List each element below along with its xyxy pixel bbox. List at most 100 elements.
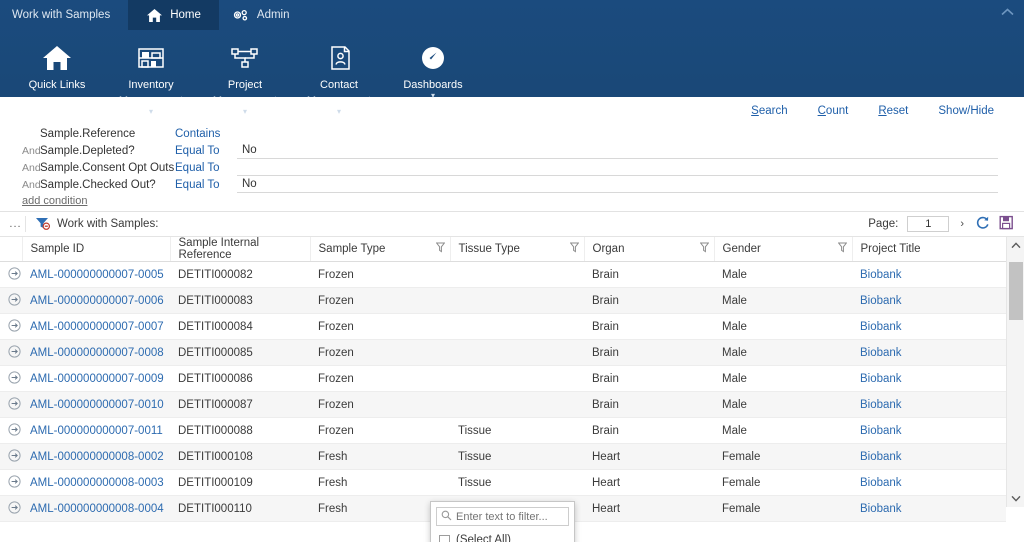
table-row[interactable]: AML-000000000007-0008 DETITI000085 Frozen B… [0,339,1006,366]
column-header-project-title[interactable]: Project Title [852,237,1007,262]
scrollbar-thumb[interactable] [1009,262,1023,320]
sample-id-link[interactable]: AML-000000000008-0002 [30,451,164,463]
criteria-field[interactable]: Sample.Consent Opt Outs [40,162,175,174]
cell-project-title[interactable]: Biobank [852,417,1006,444]
table-row[interactable]: AML-000000000007-0005 DETITI000082 Frozen B… [0,261,1006,288]
tab-home[interactable]: Home [128,0,219,30]
table-row[interactable]: AML-000000000007-0007 DETITI000084 Frozen B… [0,313,1006,340]
sample-id-link[interactable]: AML-000000000008-0003 [30,477,164,489]
sample-id-link[interactable]: AML-000000000007-0009 [30,373,164,385]
chevron-up-icon[interactable] [998,3,1016,21]
cell-project-title[interactable]: Biobank [852,365,1006,392]
expand-row-icon[interactable] [0,495,22,522]
column-header-sample-internal-reference[interactable]: Sample Internal Reference [170,237,311,262]
save-icon[interactable] [999,215,1014,233]
project-title-link[interactable]: Biobank [860,425,902,437]
cell-sample-id[interactable]: AML-000000000008-0003 [22,469,170,496]
table-row[interactable]: AML-000000000007-0011 DETITI000088 Frozen T… [0,417,1006,444]
expand-row-icon[interactable] [0,391,22,418]
project-title-link[interactable]: Biobank [860,503,902,515]
criteria-operator[interactable]: Equal To [175,179,237,191]
filter-icon[interactable] [699,242,709,256]
criteria-value-input[interactable]: No [237,176,998,193]
filter-search-input[interactable] [456,510,598,523]
table-row[interactable]: AML-000000000007-0009 DETITI000086 Frozen B… [0,365,1006,392]
refresh-icon[interactable] [975,215,990,233]
filter-icon[interactable] [435,242,445,256]
filter-search-box[interactable] [436,507,598,526]
cell-sample-id[interactable]: AML-000000000008-0004 [22,495,170,522]
project-title-link[interactable]: Biobank [860,451,902,463]
column-header-sample-id[interactable]: Sample ID [22,237,171,262]
cell-project-title[interactable]: Biobank [852,339,1006,366]
project-title-link[interactable]: Biobank [860,321,902,333]
expand-row-icon[interactable] [0,417,22,444]
expand-row-icon[interactable] [0,469,22,496]
table-row[interactable]: AML-000000000007-0006 DETITI000083 Frozen B… [0,287,1006,314]
sample-id-link[interactable]: AML-000000000007-0007 [30,321,164,333]
cell-project-title[interactable]: Biobank [852,391,1006,418]
cell-sample-id[interactable]: AML-000000000007-0010 [22,391,170,418]
cell-sample-id[interactable]: AML-000000000007-0006 [22,287,170,314]
column-header-gender[interactable]: Gender [714,237,853,262]
cell-sample-id[interactable]: AML-000000000008-0002 [22,443,170,470]
cell-project-title[interactable]: Biobank [852,313,1006,340]
project-title-link[interactable]: Biobank [860,477,902,489]
criteria-conjunction[interactable]: And [8,145,41,157]
cell-sample-id[interactable]: AML-000000000007-0008 [22,339,170,366]
sample-id-link[interactable]: AML-000000000007-0010 [30,399,164,411]
cell-project-title[interactable]: Biobank [852,443,1006,470]
criteria-conjunction[interactable]: And [8,162,41,174]
sample-id-link[interactable]: AML-000000000007-0011 [30,425,163,437]
show-hide-link[interactable]: Show/Hide [938,105,994,117]
scroll-down-icon[interactable] [1007,490,1024,507]
filter-icon[interactable] [569,242,579,256]
reset-link[interactable]: Reset [878,105,908,117]
table-row[interactable]: AML-000000000008-0003 DETITI000109 Fresh Ti… [0,469,1006,496]
cell-project-title[interactable]: Biobank [852,287,1006,314]
project-title-link[interactable]: Biobank [860,399,902,411]
criteria-conjunction[interactable]: And [8,179,41,191]
project-title-link[interactable]: Biobank [860,347,902,359]
criteria-field[interactable]: Sample.Reference [40,128,175,140]
expand-row-icon[interactable] [0,287,22,314]
cell-sample-id[interactable]: AML-000000000007-0007 [22,313,170,340]
sample-id-link[interactable]: AML-000000000008-0004 [30,503,164,515]
criteria-operator[interactable]: Equal To [175,162,237,174]
column-header-organ[interactable]: Organ [584,237,715,262]
grid-options-button[interactable]: ... [6,216,26,232]
ribbon-item-dashboards[interactable]: Dashboards ▾ [386,38,480,100]
add-condition[interactable]: add condition [8,193,1016,207]
grid-vertical-scrollbar[interactable] [1006,237,1024,507]
sample-id-link[interactable]: AML-000000000007-0008 [30,347,164,359]
cell-project-title[interactable]: Biobank [852,261,1006,288]
tissue-type-filter-dropdown[interactable]: (Select All) FFPE Fixed Fluid Fresh [430,501,598,542]
column-header-tissue-type[interactable]: Tissue Type [450,237,585,262]
project-title-link[interactable]: Biobank [860,295,902,307]
criteria-value-input[interactable]: No [237,142,998,159]
criteria-value-input[interactable] [237,125,998,142]
sample-id-link[interactable]: AML-000000000007-0006 [30,295,164,307]
cell-sample-id[interactable]: AML-000000000007-0005 [22,261,170,288]
chevron-right-icon[interactable]: › [958,218,966,230]
criteria-operator[interactable]: Equal To [175,145,237,157]
table-row[interactable]: AML-000000000007-0010 DETITI000087 Frozen B… [0,391,1006,418]
expand-row-icon[interactable] [0,443,22,470]
page-input[interactable]: 1 [907,216,950,232]
cell-project-title[interactable]: Biobank [852,495,1006,522]
expand-row-icon[interactable] [0,339,22,366]
table-row[interactable]: AML-000000000008-0002 DETITI000108 Fresh Ti… [0,443,1006,470]
cell-sample-id[interactable]: AML-000000000007-0011 [22,417,170,444]
cell-project-title[interactable]: Biobank [852,469,1006,496]
tab-work-with-samples[interactable]: Work with Samples [0,0,128,30]
expand-row-icon[interactable] [0,365,22,392]
sample-id-link[interactable]: AML-000000000007-0005 [30,269,164,281]
project-title-link[interactable]: Biobank [860,269,902,281]
criteria-field[interactable]: Sample.Checked Out? [40,179,175,191]
criteria-field[interactable]: Sample.Depleted? [40,145,175,157]
scroll-up-icon[interactable] [1007,237,1024,254]
cell-sample-id[interactable]: AML-000000000007-0009 [22,365,170,392]
count-link[interactable]: Count [818,105,849,117]
expand-row-icon[interactable] [0,261,22,288]
column-header-sample-type[interactable]: Sample Type [310,237,451,262]
